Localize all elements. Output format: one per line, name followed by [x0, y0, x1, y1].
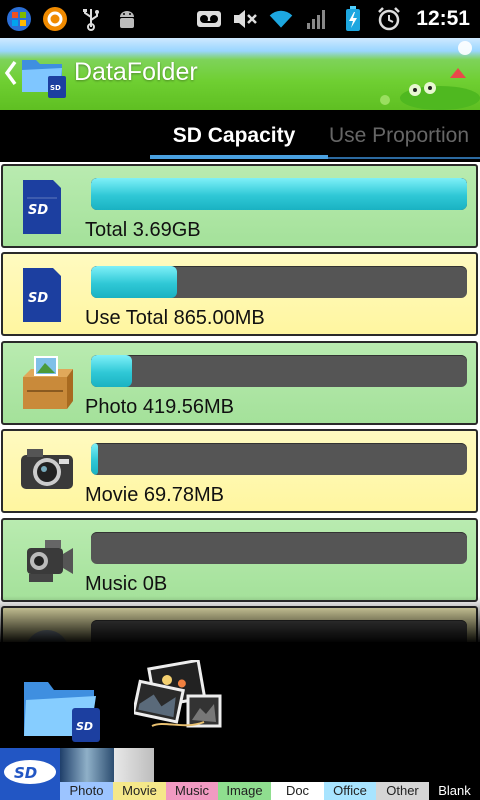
legend-office: Office: [324, 782, 376, 800]
photo-collage-icon[interactable]: [131, 658, 226, 736]
mute-icon: [232, 6, 258, 32]
row-label: Movie 69.78MB: [85, 484, 224, 506]
svg-text:SD: SD: [76, 720, 93, 733]
battery-charging-icon: [340, 6, 366, 32]
camcorder-icon: [15, 528, 79, 592]
legend-strip: SD Photo Movie Music Image Doc Office Ot…: [0, 748, 480, 800]
title-bar: SD DataFolder: [0, 38, 480, 110]
legend-music: Music: [166, 782, 218, 800]
decorative-landscape: [380, 38, 480, 110]
tab-use-proportion[interactable]: Use Proportion: [318, 124, 480, 148]
capacity-bar: [91, 355, 467, 387]
legend-image: Image: [218, 782, 271, 800]
app-screen: 12:51 SD DataFolder SD Capacity Use Prop…: [0, 0, 480, 800]
row-label: Photo 419.56MB: [85, 396, 234, 418]
legend-blank: Blank: [429, 782, 480, 800]
legend-labels: Photo Movie Music Image Doc Office Other…: [60, 782, 480, 800]
sd-card-icon: SD: [15, 174, 79, 238]
tab-sd-capacity[interactable]: SD Capacity: [150, 124, 318, 148]
usb-icon: [78, 6, 104, 32]
capacity-list: SD Total 3.69GB SD Use Total 865.00MB Ph…: [0, 162, 480, 642]
sd-card-icon: SD: [15, 262, 79, 326]
row-label: Music 0B: [85, 573, 168, 595]
chevron-left-icon[interactable]: [4, 60, 18, 90]
usage-preview: [60, 748, 154, 782]
legend-movie: Movie: [113, 782, 166, 800]
svg-text:SD: SD: [14, 764, 37, 782]
orange-app-icon: [42, 6, 68, 32]
list-fade: [0, 596, 480, 644]
status-bar: 12:51: [0, 0, 480, 38]
photo-swatch: [60, 748, 114, 782]
photo-box-icon: [15, 351, 79, 415]
capacity-bar: [91, 178, 467, 210]
row-label: Total 3.69GB: [85, 219, 201, 241]
sd-card-icon: SD: [0, 748, 60, 800]
windows-icon: [6, 6, 32, 32]
android-debug-icon: [114, 6, 140, 32]
signal-icon: [304, 6, 330, 32]
capacity-bar: [91, 443, 467, 475]
active-tab-indicator: [150, 155, 328, 159]
legend-doc: Doc: [271, 782, 324, 800]
capacity-bar-fill: [91, 355, 133, 387]
blank-swatch: [114, 748, 154, 782]
list-item-photo[interactable]: Photo 419.56MB: [1, 341, 478, 425]
voicemail-icon: [196, 6, 222, 32]
folder-sd-icon: SD: [20, 52, 68, 102]
list-item-total[interactable]: SD Total 3.69GB: [1, 164, 478, 248]
folder-sd-icon[interactable]: SD: [20, 672, 104, 748]
row-label: Use Total 865.00MB: [85, 307, 265, 329]
inactive-tab-indicator: [328, 157, 480, 159]
capacity-bar-fill: [91, 443, 98, 475]
svg-text:SD: SD: [28, 203, 48, 218]
alarm-icon: [376, 6, 402, 32]
svg-text:SD: SD: [50, 84, 61, 92]
legend-other: Other: [376, 782, 429, 800]
list-item-use-total[interactable]: SD Use Total 865.00MB: [1, 252, 478, 336]
legend-photo: Photo: [60, 782, 113, 800]
capacity-bar: [91, 266, 467, 298]
camera-icon: [15, 439, 79, 503]
list-item-movie[interactable]: Movie 69.78MB: [1, 429, 478, 513]
capacity-bar: [91, 532, 467, 564]
capacity-bar-fill: [91, 178, 467, 210]
status-time: 12:51: [416, 7, 470, 30]
app-title: DataFolder: [74, 58, 198, 86]
list-item-music[interactable]: Music 0B: [1, 518, 478, 602]
capacity-bar-fill: [91, 266, 178, 298]
svg-text:SD: SD: [28, 291, 48, 306]
wifi-icon: [268, 6, 294, 32]
